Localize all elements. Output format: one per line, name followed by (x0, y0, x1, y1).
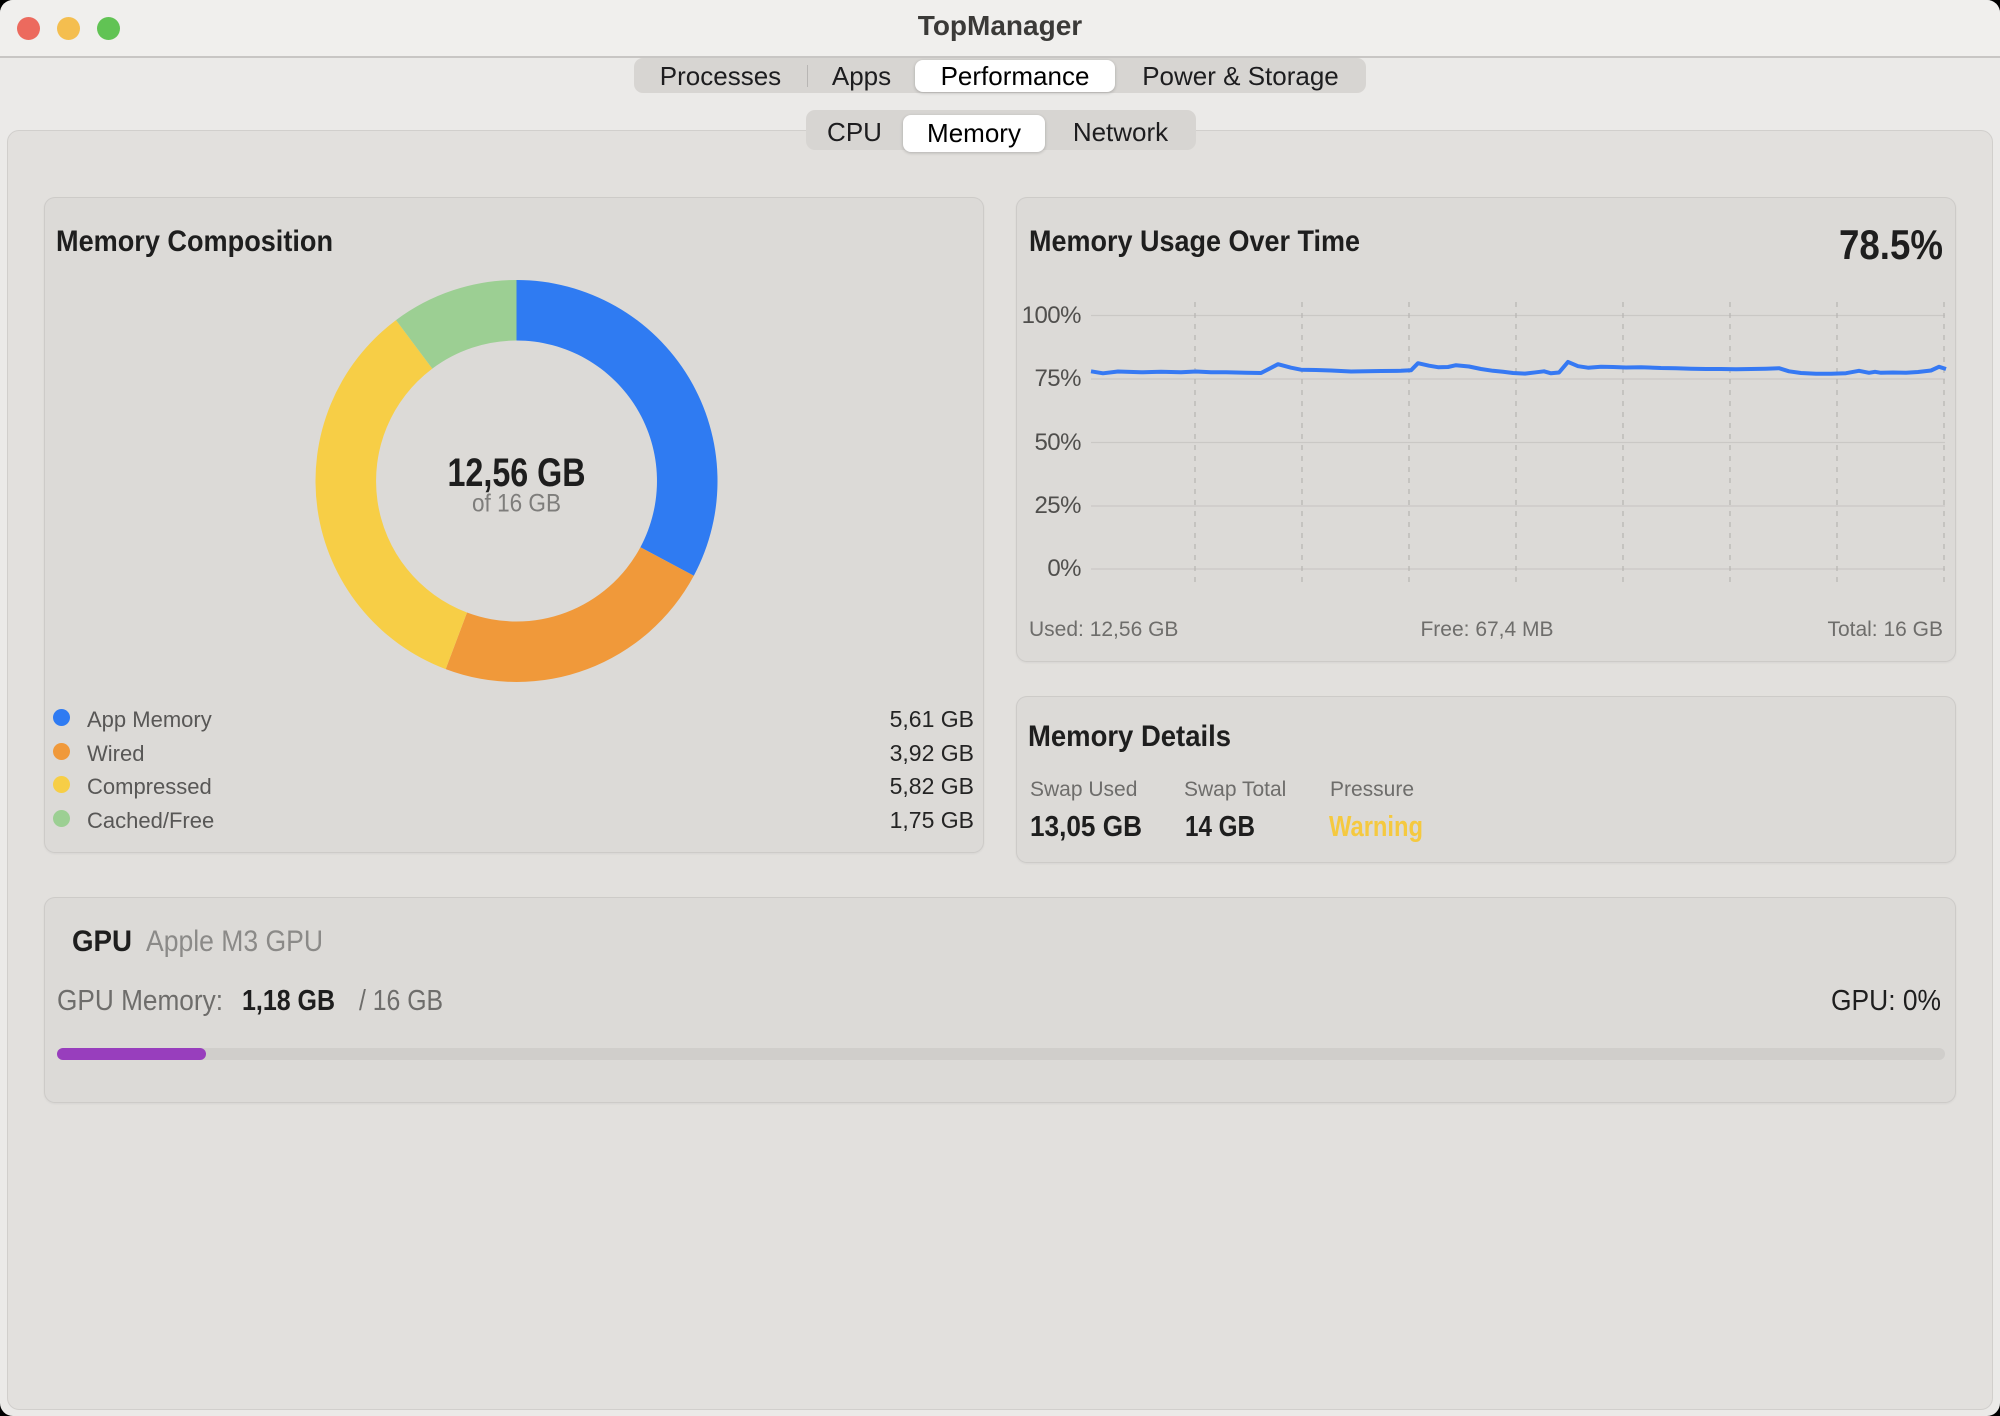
svg-text:/ 16 GB: / 16 GB (359, 985, 443, 1017)
svg-text:Memory Details: Memory Details (1028, 720, 1231, 753)
svg-text:Apple M3 GPU: Apple M3 GPU (146, 925, 323, 958)
svg-text:of 16 GB: of 16 GB (472, 490, 561, 518)
svg-text:1,18 GB: 1,18 GB (242, 985, 335, 1017)
svg-text:GPU: 0%: GPU: 0% (1831, 985, 1941, 1017)
svg-text:12,56 GB: 12,56 GB (448, 451, 586, 495)
svg-text:GPU Memory:: GPU Memory: (57, 985, 223, 1017)
svg-text:GPU: GPU (72, 925, 132, 958)
svg-text:78.5%: 78.5% (1839, 221, 1943, 268)
svg-text:Memory Composition: Memory Composition (56, 225, 333, 258)
svg-text:14 GB: 14 GB (1185, 811, 1255, 843)
svg-text:Warning: Warning (1329, 811, 1423, 843)
svg-text:Memory Usage Over Time: Memory Usage Over Time (1029, 225, 1360, 258)
svg-text:13,05 GB: 13,05 GB (1030, 811, 1142, 843)
